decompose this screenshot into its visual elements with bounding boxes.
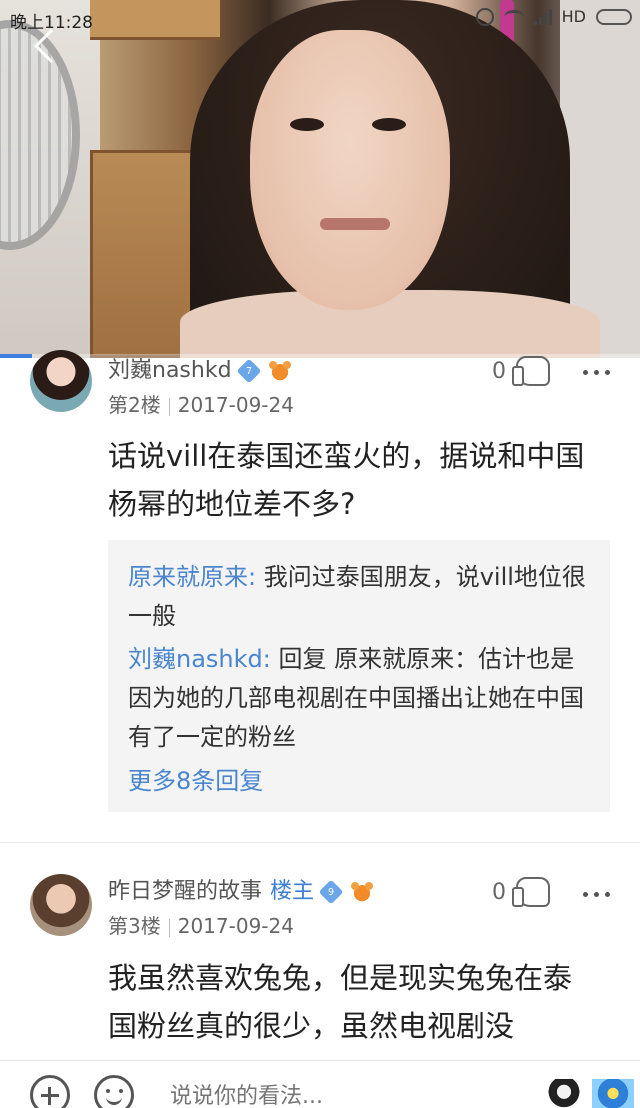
video-person-eye [372, 118, 406, 131]
comment-username-row: 昨日梦醒的故事 楼主 9 [108, 873, 375, 905]
like-button[interactable]: 0 [492, 877, 550, 907]
comment-username[interactable]: 刘巍nashkd [108, 358, 232, 383]
back-arrow-icon [33, 28, 54, 64]
fan-badge-icon [267, 359, 292, 383]
like-button[interactable]: 0 [492, 356, 550, 386]
post-detail-page: 晚上11:28 HD 刘巍nashkd 7 第2楼 2017-09-24 0 话说v… [0, 0, 640, 1108]
comment-input[interactable] [170, 1081, 500, 1108]
meta-divider [168, 918, 170, 937]
comment-text: 我虽然喜欢兔兔，但是现实兔兔在泰国粉丝真的很少，虽然电视剧没 [108, 961, 573, 1043]
comment-date: 2017-09-24 [177, 393, 294, 417]
video-person-eye [290, 118, 324, 131]
comment-meta: 第3楼 2017-09-24 [108, 910, 294, 939]
reply-username[interactable]: 刘巍nashkd: [128, 645, 271, 673]
level-badge-icon: 7 [236, 358, 261, 384]
reply-username[interactable]: 原来就原来: [128, 563, 256, 591]
comment-username-row: 刘巍nashkd 7 [108, 352, 292, 384]
emoji-icon[interactable] [94, 1075, 134, 1108]
plus-circle-icon[interactable] [30, 1075, 70, 1108]
status-bar: 晚上11:28 HD [0, 0, 640, 38]
sticker-thumbnail[interactable] [544, 1079, 584, 1108]
comment-username[interactable]: 昨日梦醒的故事 [108, 879, 262, 904]
op-tag: 楼主 [270, 879, 315, 904]
more-options-button[interactable] [583, 892, 610, 897]
video-player[interactable] [0, 0, 640, 358]
signal-icon [533, 8, 552, 25]
avatar[interactable] [30, 350, 92, 412]
video-person-mouth [320, 218, 390, 230]
battery-icon [596, 8, 632, 25]
more-dots-icon [583, 892, 588, 897]
comment-divider [0, 842, 640, 843]
like-hand-icon [512, 877, 550, 907]
like-count: 0 [492, 879, 506, 905]
network-type: HD [561, 7, 586, 26]
status-icons: HD [475, 7, 632, 26]
comment-text: 话说vill在泰国还蛮火的，据说和中国杨幂的地位差不多? [108, 439, 585, 521]
meta-divider [168, 397, 170, 416]
alarm-icon [475, 7, 494, 26]
video-progress-fill [0, 354, 32, 358]
comment-floor: 第2楼 [108, 393, 161, 417]
like-count: 0 [492, 358, 506, 384]
more-dots-icon [583, 370, 588, 375]
reply-box: 原来就原来: 我问过泰国朋友，说vill地位很一般 刘巍nashkd: 回复 原… [108, 540, 610, 812]
like-hand-icon [512, 356, 550, 386]
back-button[interactable] [30, 26, 60, 66]
reply-item[interactable]: 原来就原来: 我问过泰国朋友，说vill地位很一般 [128, 558, 590, 636]
more-options-button[interactable] [583, 370, 610, 375]
fan-badge-icon [350, 880, 375, 904]
comment-date: 2017-09-24 [177, 914, 294, 938]
video-person-face [250, 30, 450, 310]
comment-bar [0, 1060, 640, 1108]
comment-floor: 第3楼 [108, 914, 161, 938]
avatar[interactable] [30, 874, 92, 936]
level-badge-icon: 9 [318, 879, 344, 905]
more-replies-link[interactable]: 更多8条回复 [128, 761, 590, 801]
comment-meta: 第2楼 2017-09-24 [108, 389, 294, 418]
sticker-thumbnail[interactable] [592, 1079, 634, 1108]
wifi-icon [503, 9, 524, 24]
reply-item[interactable]: 刘巍nashkd: 回复 原来就原来：估计也是因为她的几部电视剧在中国播出让她在… [128, 640, 590, 757]
